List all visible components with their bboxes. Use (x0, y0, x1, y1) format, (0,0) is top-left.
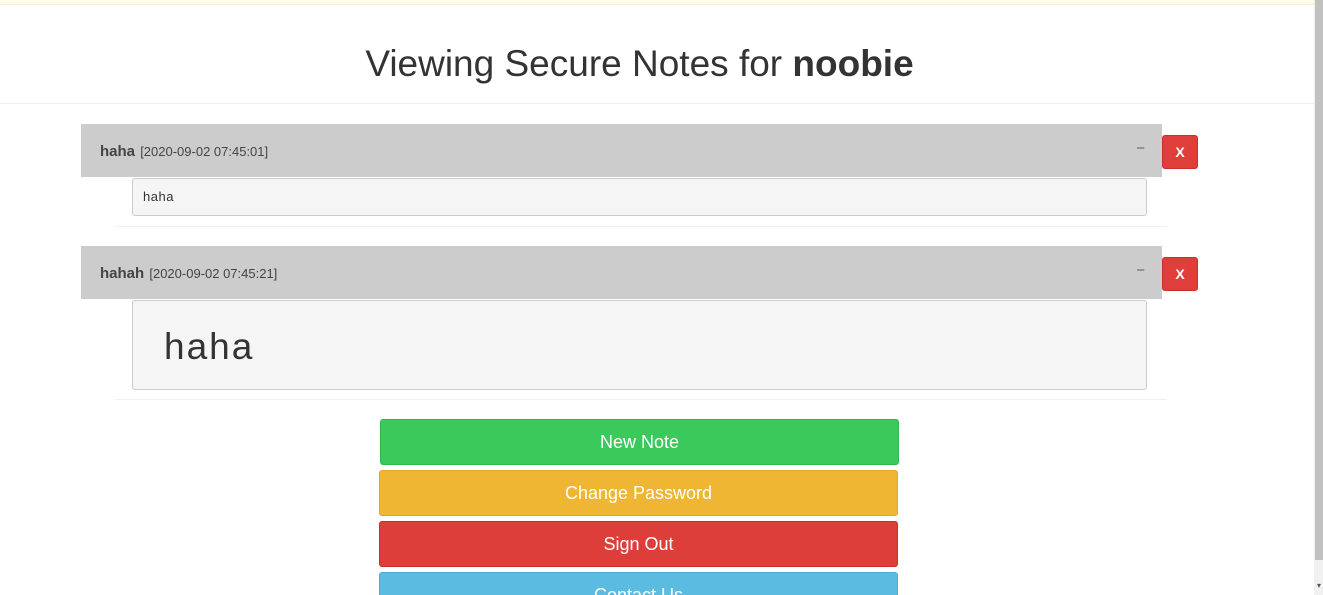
note-content: haha (132, 300, 1147, 390)
page-title-username: noobie (792, 43, 914, 84)
collapse-button[interactable]: − (1136, 262, 1145, 279)
note-title-text: hahah (100, 265, 145, 282)
collapse-button[interactable]: − (1136, 140, 1145, 157)
change-password-button[interactable]: Change Password (379, 470, 898, 516)
scrollbar-thumb[interactable] (1315, 0, 1323, 560)
note-divider (115, 226, 1167, 227)
note-header[interactable]: haha [2020-09-02 07:45:01] − (81, 124, 1162, 177)
top-alert-strip (0, 0, 1314, 5)
note-content: haha (132, 178, 1147, 216)
note-divider (115, 399, 1167, 400)
note-title: hahah [2020-09-02 07:45:21] (100, 265, 277, 282)
sign-out-button[interactable]: Sign Out (379, 521, 898, 567)
delete-note-button[interactable]: X (1162, 135, 1198, 169)
note-header[interactable]: hahah [2020-09-02 07:45:21] − (81, 246, 1162, 299)
page-title-prefix: Viewing Secure Notes for (365, 43, 793, 84)
contact-us-button[interactable]: Contact Us (379, 572, 898, 595)
scroll-down-arrow-icon[interactable]: ▾ (1315, 581, 1323, 591)
note-timestamp: [2020-09-02 07:45:01] (140, 144, 269, 159)
title-divider (0, 103, 1314, 104)
note-title-text: haha (100, 143, 136, 160)
page-title: Viewing Secure Notes for noobie (0, 42, 1279, 86)
note-timestamp: [2020-09-02 07:45:21] (149, 266, 278, 281)
delete-note-button[interactable]: X (1162, 257, 1198, 291)
note-title: haha [2020-09-02 07:45:01] (100, 143, 268, 160)
secure-notes-page: Viewing Secure Notes for noobie haha [20… (0, 0, 1323, 595)
new-note-button[interactable]: New Note (380, 419, 899, 465)
